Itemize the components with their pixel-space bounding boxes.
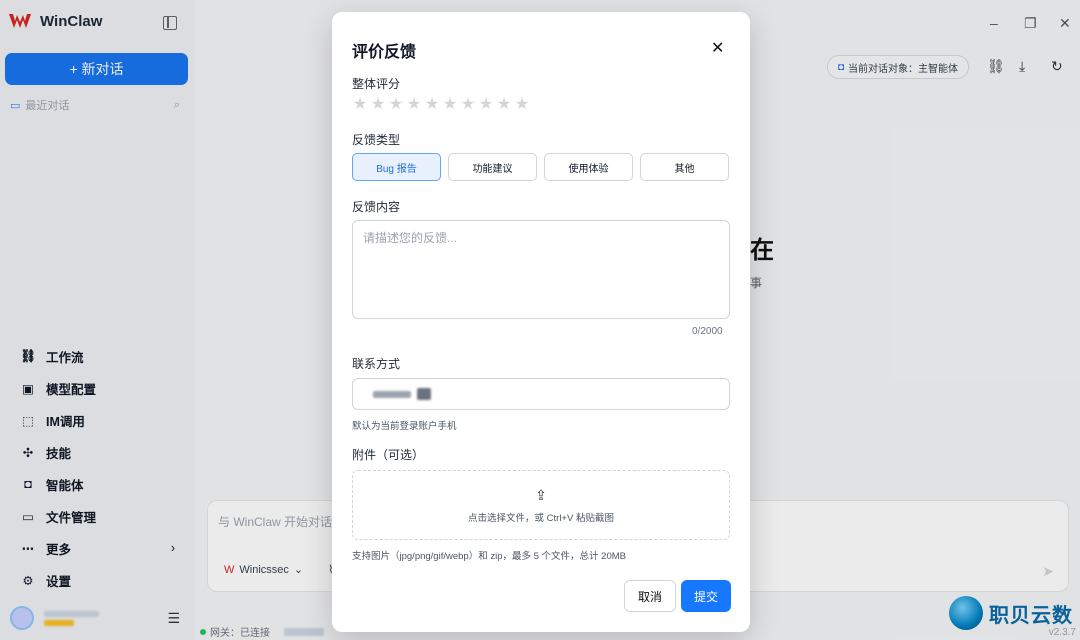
feedback-type-group: Bug 报告 功能建议 使用体验 其他 — [352, 153, 729, 181]
redacted-contact-tail — [417, 388, 431, 400]
attachment-hint: 支持图片（jpg/png/gif/webp）和 zip，最多 5 个文件，总计 … — [352, 551, 626, 562]
star-icon[interactable]: ★ — [424, 97, 440, 113]
star-icon[interactable]: ★ — [388, 97, 404, 113]
rating-label: 整体评分 — [352, 77, 401, 91]
star-icon[interactable]: ★ — [478, 97, 494, 113]
type-feature-suggestion[interactable]: 功能建议 — [448, 153, 537, 181]
type-other[interactable]: 其他 — [640, 153, 729, 181]
star-icon[interactable]: ★ — [406, 97, 422, 113]
type-bug-report[interactable]: Bug 报告 — [352, 153, 441, 181]
attachment-label: 附件（可选） — [352, 448, 425, 462]
content-placeholder: 请描述您的反馈... — [363, 231, 458, 245]
contact-label: 联系方式 — [352, 357, 401, 371]
star-rating[interactable]: ★ ★ ★ ★ ★ ★ ★ ★ ★ ★ — [352, 97, 530, 113]
char-counter: 0/2000 — [692, 326, 723, 337]
close-icon[interactable]: ✕ — [711, 38, 724, 58]
contact-input[interactable] — [352, 378, 730, 410]
type-user-experience[interactable]: 使用体验 — [544, 153, 633, 181]
feedback-dialog: 评价反馈 ✕ 整体评分 ★ ★ ★ ★ ★ ★ ★ ★ ★ ★ 反馈类型 Bug 报告 功能建议 … — [332, 12, 750, 632]
star-icon[interactable]: ★ — [496, 97, 512, 113]
star-icon[interactable]: ★ — [370, 97, 386, 113]
feedback-content-input[interactable]: 请描述您的反馈... — [352, 220, 730, 319]
file-upload-zone[interactable]: ⇪ 点击选择文件，或 Ctrl+V 粘贴截图 — [352, 470, 730, 540]
cancel-button[interactable]: 取消 — [624, 580, 676, 612]
dialog-title: 评价反馈 — [352, 44, 417, 61]
submit-button[interactable]: 提交 — [681, 580, 731, 612]
star-icon[interactable]: ★ — [352, 97, 368, 113]
type-label: 反馈类型 — [352, 133, 401, 147]
star-icon[interactable]: ★ — [514, 97, 530, 113]
star-icon[interactable]: ★ — [460, 97, 476, 113]
star-icon[interactable]: ★ — [442, 97, 458, 113]
content-label: 反馈内容 — [352, 200, 401, 214]
redacted-contact — [373, 390, 411, 398]
contact-hint: 默认为当前登录账户手机 — [352, 421, 457, 432]
upload-icon: ⇪ — [535, 486, 547, 503]
upload-instruction: 点击选择文件，或 Ctrl+V 粘贴截图 — [468, 512, 614, 524]
